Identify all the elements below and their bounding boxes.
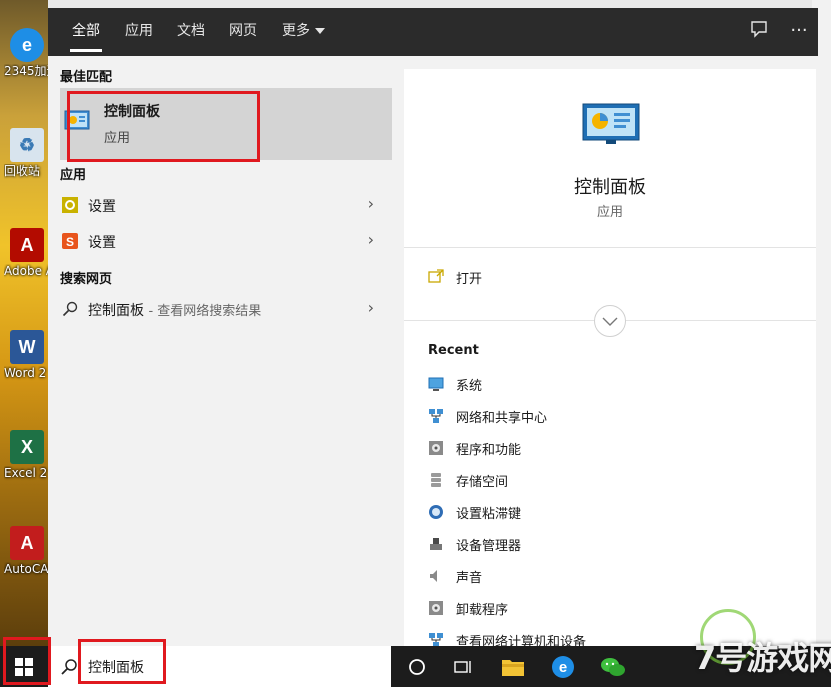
desktop-icon-acrobat[interactable]: A Adobe Acrobat <box>4 228 48 279</box>
preview-subtitle: 应用 <box>596 205 623 220</box>
preview-title: 控制面板 <box>574 177 646 198</box>
app-result-settings-2[interactable]: S 设置 › <box>60 224 392 258</box>
recent-item-label: 存储空间 <box>456 475 509 490</box>
file-explorer-icon[interactable] <box>496 650 530 684</box>
web-search-label: 控制面板 - 查看网络搜索结果 <box>88 300 261 320</box>
recent-item-label: 声音 <box>456 571 483 586</box>
svg-text:e: e <box>559 659 567 676</box>
results-list: 最佳匹配 控制面板 应用 应用 设置 › S 设置 › 搜索网页 控制面板 - … <box>48 56 392 646</box>
tab-more-label: 更多 <box>282 23 310 39</box>
recent-item-label: 卸载程序 <box>456 603 509 618</box>
recent-item-label: 系统 <box>456 379 483 394</box>
recent-item-label: 设备管理器 <box>456 539 522 554</box>
browser-taskbar-icon[interactable]: e <box>546 650 580 684</box>
search-icon <box>62 301 78 317</box>
web-search-heading: 搜索网页 <box>60 272 113 287</box>
best-match-heading: 最佳匹配 <box>60 70 113 85</box>
control-panel-icon <box>64 110 90 130</box>
programs-icon <box>429 441 443 455</box>
search-filter-tabs: 全部 应用 文档 网页 更多 ··· <box>48 8 818 56</box>
windows-logo-icon <box>15 658 33 676</box>
wechat-icon[interactable] <box>596 650 630 684</box>
svg-text:S: S <box>66 235 74 249</box>
sogou-settings-icon: S <box>62 233 78 249</box>
taskbar-search-input[interactable]: 控制面板 <box>48 646 391 687</box>
desktop: e 2345加速浏览器 ♻ 回收站 A Adobe Acrobat W Word… <box>0 0 48 646</box>
recent-heading: Recent <box>428 343 479 358</box>
apps-heading: 应用 <box>60 168 87 183</box>
feedback-icon[interactable] <box>748 20 770 42</box>
open-label: 打开 <box>456 272 483 287</box>
search-icon <box>61 659 77 675</box>
recent-item-label: 设置粘滞键 <box>456 507 522 522</box>
app-result-label: 设置 <box>88 199 116 215</box>
device-manager-icon <box>430 538 442 550</box>
desktop-icon-autocad[interactable]: A AutoCAD 2014 <box>4 526 48 577</box>
result-preview-pane: 控制面板 应用 打开 Recent 系统 网络和共享中心 程序和功能 存储空间 … <box>404 69 816 650</box>
more-options-icon[interactable]: ··· <box>788 20 810 42</box>
tab-apps[interactable]: 应用 <box>125 8 153 56</box>
desktop-icon-browser[interactable]: e 2345加速浏览器 <box>4 28 48 79</box>
task-view-cortana-icon[interactable] <box>400 650 434 684</box>
browser-icon: e <box>10 28 44 62</box>
control-panel-large-icon <box>582 103 640 144</box>
recent-item-label: 程序和功能 <box>456 443 522 458</box>
recent-item-label: 网络和共享中心 <box>456 411 548 426</box>
best-match-subtitle: 应用 <box>104 131 131 146</box>
acrobat-icon: A <box>10 228 44 262</box>
open-icon <box>428 269 444 283</box>
tab-documents[interactable]: 文档 <box>177 8 205 56</box>
best-match-title: 控制面板 <box>104 104 160 120</box>
desktop-icon-recycle-bin[interactable]: ♻ 回收站 <box>4 128 48 179</box>
web-search-hint: - 查看网络搜索结果 <box>148 304 262 319</box>
chevron-right-icon[interactable]: › <box>368 298 374 317</box>
tab-more[interactable]: 更多 <box>282 8 325 56</box>
uninstall-icon <box>429 601 443 615</box>
system-icon <box>428 377 444 391</box>
start-button[interactable] <box>0 646 48 687</box>
web-search-result[interactable]: 控制面板 - 查看网络搜索结果 › <box>60 292 392 326</box>
app-result-label: 设置 <box>88 235 116 251</box>
background-window-top <box>48 0 831 8</box>
autocad-icon: A <box>10 526 44 560</box>
chevron-right-icon[interactable]: › <box>368 194 374 213</box>
network-icon <box>429 409 443 423</box>
preview-divider <box>404 247 816 248</box>
app-result-settings-1[interactable]: 设置 › <box>60 188 392 222</box>
task-view-icon[interactable] <box>446 650 480 684</box>
taskbar: 控制面板 e <box>0 646 831 687</box>
word-icon: W <box>10 330 44 364</box>
desktop-icon-word[interactable]: W Word 2 <box>4 330 48 381</box>
storage-icon <box>431 473 441 487</box>
expand-chevron-icon[interactable] <box>594 305 626 337</box>
web-search-query: 控制面板 <box>88 303 144 319</box>
tab-all[interactable]: 全部 <box>70 8 102 56</box>
best-match-control-panel[interactable]: 控制面板 应用 <box>60 88 392 160</box>
start-search-panel: 全部 应用 文档 网页 更多 ··· 最佳匹配 控制面板 应用 应用 设置 › … <box>48 8 818 650</box>
recycle-bin-icon: ♻ <box>10 128 44 162</box>
tab-web[interactable]: 网页 <box>229 8 257 56</box>
speaker-icon <box>430 570 437 582</box>
sticky-keys-icon <box>429 505 443 519</box>
excel-icon: X <box>10 430 44 464</box>
search-input-value: 控制面板 <box>88 660 144 676</box>
settings-gear-icon <box>62 197 78 213</box>
chevron-right-icon[interactable]: › <box>368 230 374 249</box>
desktop-icon-excel[interactable]: X Excel 2 <box>4 430 48 481</box>
chevron-down-icon <box>315 28 325 34</box>
